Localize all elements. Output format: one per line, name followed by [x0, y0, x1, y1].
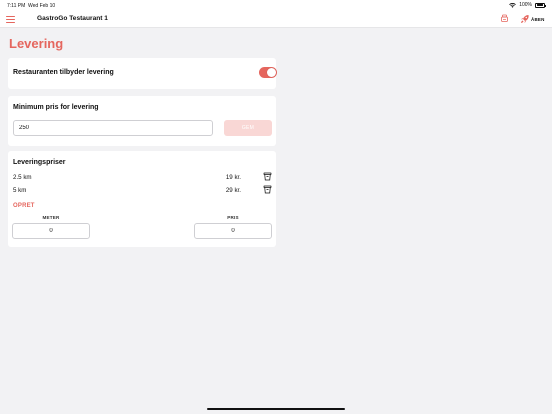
minimum-price-label: Minimum pris for levering [13, 104, 99, 111]
status-date: Wed Feb 10 [28, 3, 56, 9]
list-item: 2.5 km 19 kr. [13, 172, 272, 183]
battery-icon [535, 2, 546, 8]
delivery-toggle-label: Restauranten tilbyder levering [13, 69, 114, 76]
rocket-icon[interactable] [520, 14, 530, 24]
pris-column-label: PRIS [227, 215, 239, 220]
pris-input[interactable] [194, 223, 272, 239]
save-button[interactable]: GEM [224, 120, 272, 136]
trash-icon[interactable] [263, 172, 272, 181]
nav-bar: GastroGo Testaurant 1 ÅBEN [0, 11, 552, 28]
status-time: 7:11 PM [7, 3, 26, 9]
delivery-toggle[interactable] [259, 67, 277, 78]
status-right: 100% [509, 2, 546, 8]
delivery-prices-card: Leveringspriser 2.5 km 19 kr. 5 km 29 kr… [8, 151, 276, 247]
meter-column-label: METER [42, 215, 60, 220]
toggle-knob [267, 68, 276, 77]
battery-percent: 100% [519, 2, 532, 8]
delivery-prices-label: Leveringspriser [13, 159, 66, 166]
trash-icon[interactable] [263, 185, 272, 194]
minimum-price-input[interactable] [13, 120, 213, 136]
hamburger-menu-icon[interactable] [6, 16, 15, 23]
delivery-price: 29 kr. [225, 187, 241, 194]
home-indicator[interactable] [207, 408, 345, 410]
cash-register-icon[interactable] [500, 14, 509, 23]
delivery-price: 19 kr. [225, 174, 241, 181]
page-title: Levering [9, 36, 64, 51]
minimum-price-card: Minimum pris for levering GEM [8, 96, 276, 146]
restaurant-title: GastroGo Testaurant 1 [37, 15, 108, 22]
delivery-distance: 2.5 km [13, 174, 32, 181]
delivery-toggle-card: Restauranten tilbyder levering [8, 58, 277, 89]
wifi-icon [509, 2, 517, 8]
delivery-distance: 5 km [13, 187, 27, 194]
open-status-label[interactable]: ÅBEN [531, 17, 545, 22]
list-item: 5 km 29 kr. [13, 185, 272, 196]
meter-input[interactable] [12, 223, 90, 239]
create-price-button[interactable]: OPRET [13, 203, 35, 209]
status-bar: 7:11 PM Wed Feb 10 100% [0, 0, 552, 11]
